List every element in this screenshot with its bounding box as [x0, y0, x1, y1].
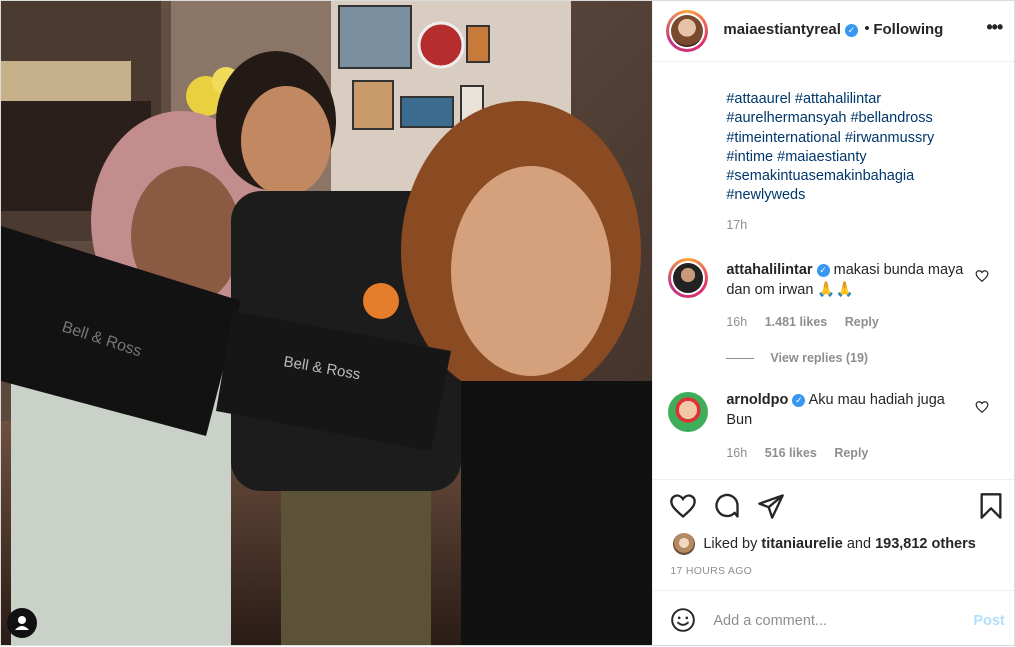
post-panel: maiaestiantyreal ✓ • Following ••• #attaa… — [652, 1, 1015, 647]
commenter-username[interactable]: attahalilintar — [726, 262, 812, 278]
author-username-text: maiaestiantyreal — [723, 21, 841, 38]
reply-button[interactable]: Reply — [834, 446, 868, 460]
more-horizontal-icon[interactable]: ••• — [986, 17, 1003, 38]
post-comment-button[interactable]: Post — [973, 613, 1004, 629]
commenter-username[interactable]: arnoldpo — [726, 392, 788, 408]
reply-button[interactable]: Reply — [845, 315, 879, 329]
hashtag-line[interactable]: #newlyweds — [726, 186, 996, 205]
comment-icon[interactable] — [713, 492, 741, 520]
liker-username[interactable]: titaniaurelie — [761, 536, 842, 552]
liker-avatar[interactable] — [673, 533, 696, 555]
post-time-ago[interactable]: 17 HOURS AGO — [670, 565, 752, 577]
comment-time[interactable]: 16h — [726, 315, 747, 329]
instagram-post: Bell & Ross Bell & Ross maiaestiantyreal… — [0, 0, 1015, 646]
share-icon[interactable] — [757, 492, 785, 520]
comment-meta: 16h 1.481 likes Reply — [726, 315, 892, 329]
verified-badge-icon: ✓ — [844, 24, 858, 37]
liked-by-prefix: Liked by — [703, 536, 758, 552]
comments-scroll[interactable]: #attaaurel #attahalilintar #aurelhermans… — [653, 62, 1014, 479]
commenter-avatar[interactable] — [668, 258, 709, 298]
verified-badge-icon: ✓ — [816, 264, 830, 277]
hashtag-line[interactable]: #semakintuasemakinbahagia — [726, 167, 996, 186]
hashtag-line[interactable]: #timeinternational #irwanmussry — [726, 129, 996, 148]
photo-illustration: Bell & Ross Bell & Ross — [1, 1, 653, 645]
comment-input[interactable]: Add a comment... — [713, 613, 827, 629]
comment-body: arnoldpo ✓ Aku mau hadiah juga Bun — [726, 391, 971, 430]
liked-by-row: Liked by titaniaurelie and 193,812 other… — [673, 532, 976, 556]
caption-hashtags: #attaaurel #attahalilintar #aurelhermans… — [726, 90, 996, 206]
post-header: maiaestiantyreal ✓ • Following ••• — [653, 1, 1015, 62]
add-comment-bar: Add a comment... Post — [653, 590, 1015, 647]
author-username[interactable]: maiaestiantyreal ✓ — [723, 21, 858, 38]
hashtag-line[interactable]: #intime #maiaestianty — [726, 148, 996, 167]
emoji-icon[interactable] — [670, 607, 696, 633]
view-replies-button[interactable]: View replies (19) — [726, 351, 868, 365]
comment-like-heart-icon[interactable] — [975, 400, 989, 414]
comment-body: attahalilintar ✓ makasi bunda maya dan om… — [726, 261, 971, 300]
comment-likes[interactable]: 516 likes — [765, 446, 817, 460]
bookmark-icon[interactable] — [977, 492, 1005, 520]
comment-time[interactable]: 16h — [726, 446, 747, 460]
user-icon — [15, 616, 29, 630]
caption-timestamp[interactable]: 17h — [726, 218, 747, 232]
view-replies-line — [726, 358, 755, 360]
post-photo[interactable]: Bell & Ross Bell & Ross — [1, 1, 653, 645]
liked-by-others[interactable]: 193,812 others — [875, 536, 976, 552]
tagged-users-button[interactable] — [7, 608, 37, 638]
action-bar — [653, 479, 1015, 532]
comment-like-heart-icon[interactable] — [975, 269, 989, 283]
following-button[interactable]: Following — [873, 21, 943, 38]
liked-by-and: and — [846, 536, 872, 552]
verified-badge-icon: ✓ — [792, 394, 806, 407]
comment-likes[interactable]: 1.481 likes — [765, 315, 828, 329]
hashtag-line[interactable]: #attaaurel #attahalilintar — [726, 90, 996, 109]
heart-icon[interactable] — [669, 492, 697, 520]
view-replies-label: View replies (19) — [770, 351, 869, 365]
comment-meta: 16h 516 likes Reply — [726, 446, 882, 460]
separator-dot: • — [864, 20, 870, 37]
commenter-avatar[interactable] — [668, 392, 709, 432]
hashtag-line[interactable]: #aurelhermansyah #bellandross — [726, 109, 996, 128]
author-avatar[interactable] — [666, 10, 709, 52]
